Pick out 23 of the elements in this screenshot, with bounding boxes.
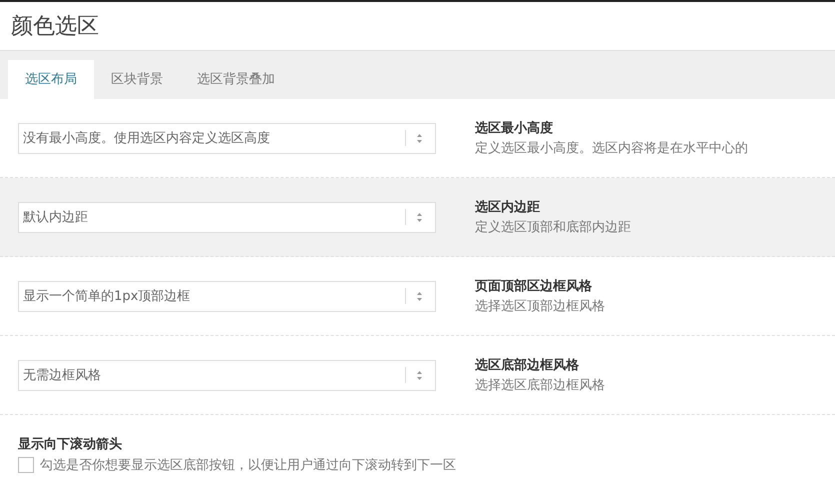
checkbox-label: 勾选是否你想要显示选区底部按钮，以便让用户通过向下滚动转到下一区: [40, 457, 456, 474]
setting-description: 选择选区底部边框风格: [475, 377, 605, 394]
window-title: 颜色选区: [11, 13, 99, 41]
select-field[interactable]: 无需边框风格: [18, 360, 436, 390]
setting-label: 页面顶部区边框风格: [475, 278, 593, 295]
setting-description: 定义选区最小高度。选区内容将是在水平中心的: [475, 140, 748, 157]
checkbox[interactable]: [18, 457, 34, 473]
setting-description: 定义选区顶部和底部内边距: [475, 219, 631, 236]
setting-label: 选区最小高度: [475, 120, 554, 137]
select-field[interactable]: 默认内边距: [18, 202, 436, 232]
setting-description: 选择选区顶部边框风格: [475, 298, 605, 315]
tab[interactable]: 选区背景叠加: [180, 60, 292, 99]
up-down-arrows-icon: [416, 132, 423, 144]
setting-label: 选区内边距: [475, 199, 541, 216]
select-field[interactable]: 没有最小高度。使用选区内容定义选区高度: [18, 122, 436, 154]
tab[interactable]: 选区布局: [8, 60, 94, 99]
tab[interactable]: 区块背景: [94, 60, 180, 99]
up-down-arrows-icon: [416, 290, 423, 302]
up-down-arrows-icon: [416, 370, 423, 380]
select-field[interactable]: 显示一个简单的1px顶部边框: [18, 280, 436, 312]
setting-label: 选区底部边框风格: [475, 356, 580, 374]
up-down-arrows-icon: [416, 212, 423, 222]
setting-label: 显示向下滚动箭头: [18, 436, 123, 453]
